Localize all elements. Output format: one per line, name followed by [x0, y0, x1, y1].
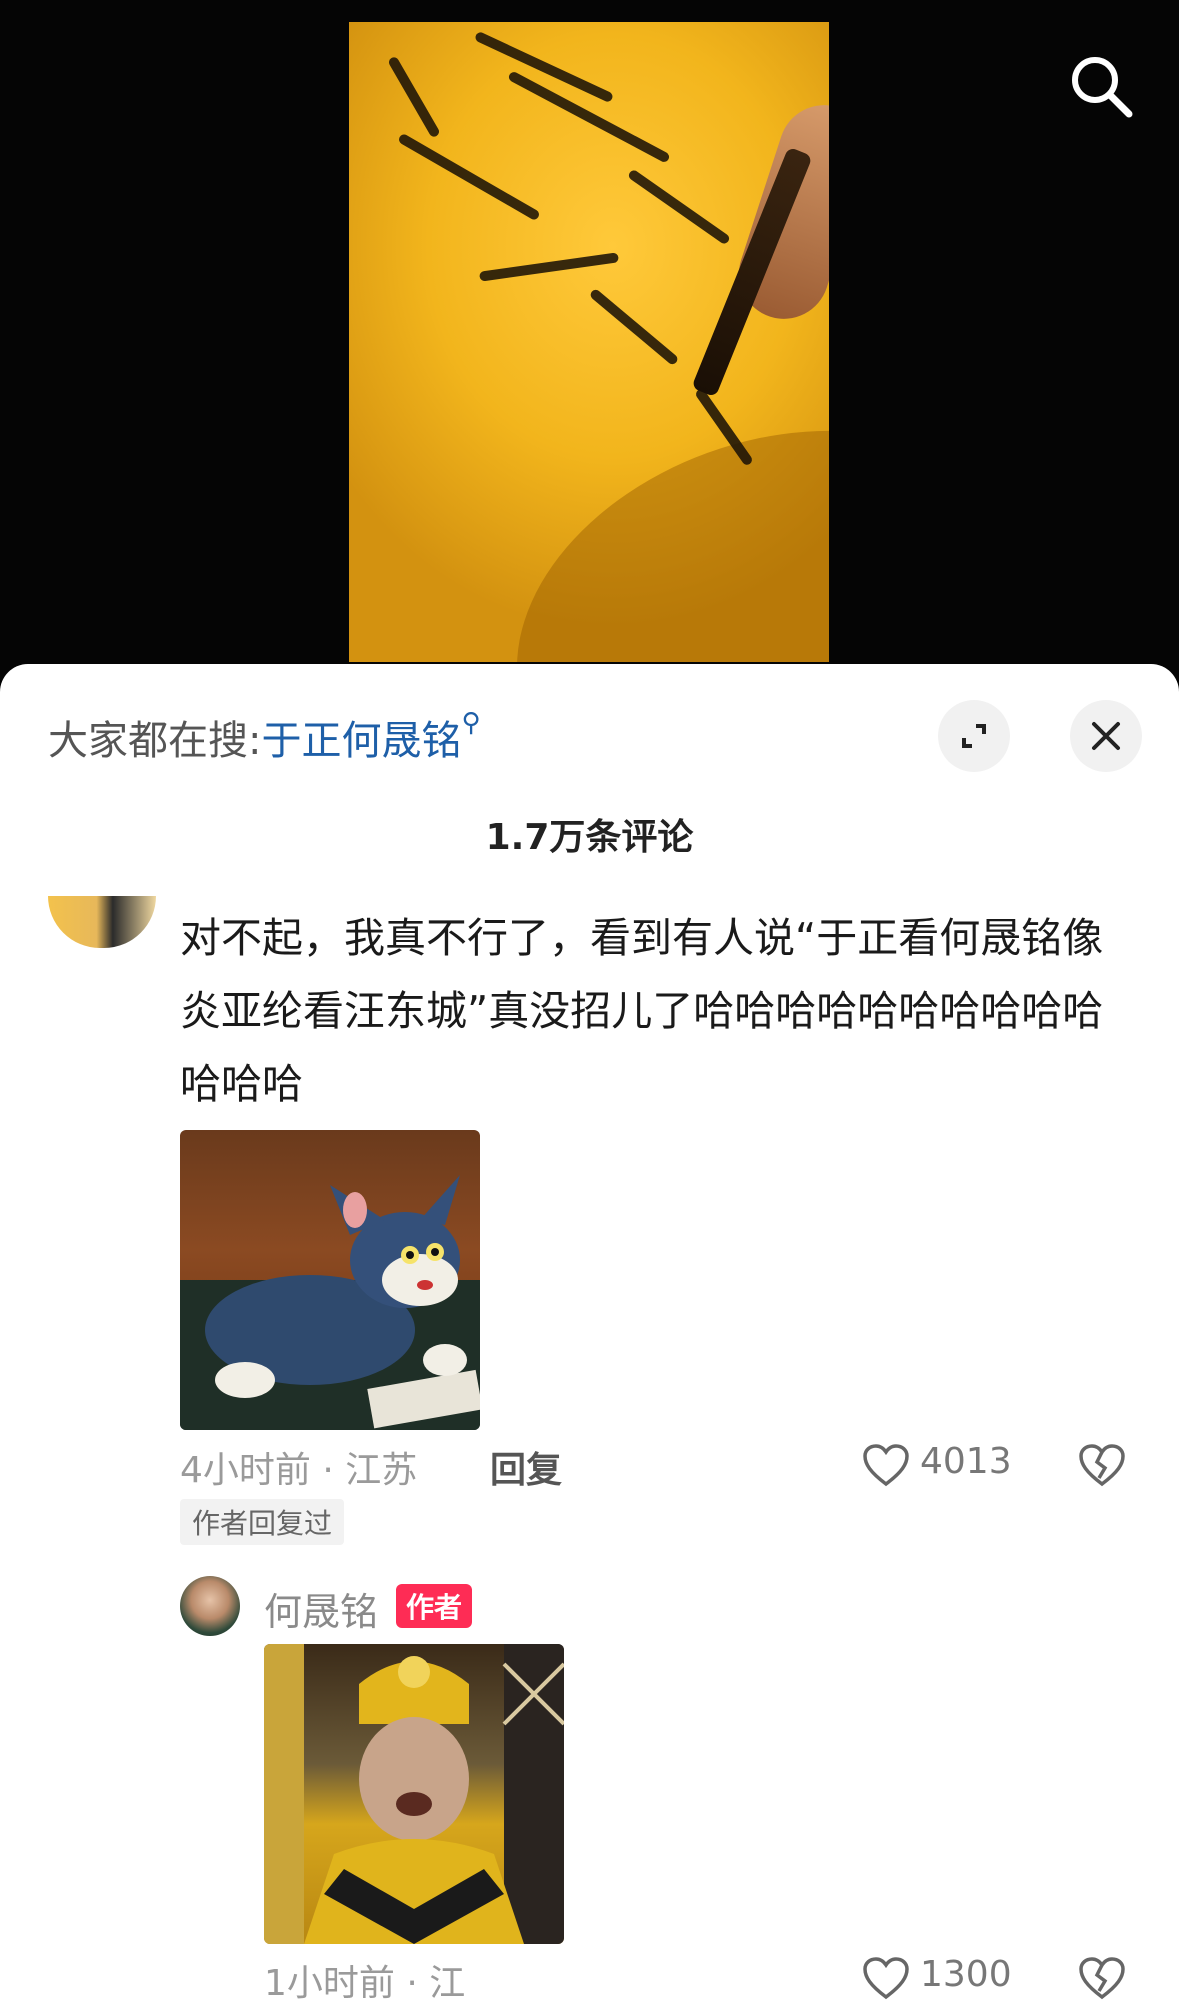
comment-count: 1.7万条评论 [485, 817, 694, 858]
expand-icon [962, 724, 986, 748]
video-frame [349, 22, 829, 662]
author-badge: 作者 [396, 1584, 473, 1628]
broken-heart-icon[interactable] [1078, 1957, 1126, 2001]
commenter-avatar[interactable] [48, 896, 156, 948]
reply-image[interactable] [264, 1644, 564, 1944]
broken-heart-icon[interactable] [1078, 1444, 1126, 1488]
comment-text: 对不起，我真不行了，看到有人说“于正看何晟铭像炎亚纶看汪东城”真没招儿了哈哈哈哈… [180, 914, 1104, 1108]
ink-stroke [588, 287, 680, 367]
video-player[interactable] [0, 0, 1179, 680]
reply-author-name[interactable]: 何晟铭 [264, 1581, 378, 1636]
search-suggestion[interactable]: 大家都在搜:于正何晟铭⚲ [48, 708, 481, 766]
ink-stroke [478, 252, 620, 282]
reply-like-count: 1300 [920, 1954, 1012, 1995]
search-suggestion-prefix: 大家都在搜: [48, 718, 262, 764]
close-button[interactable] [1070, 700, 1142, 772]
reply-time-location: 1小时前 · 江 [264, 1963, 466, 2004]
heart-icon[interactable] [862, 1444, 910, 1488]
ink-stroke [387, 55, 441, 139]
comment-like-count: 4013 [920, 1441, 1012, 1482]
small-search-icon: ⚲ [461, 708, 481, 738]
author-avatar[interactable] [180, 1576, 240, 1636]
heart-icon[interactable] [862, 1957, 910, 2001]
comment-time-location: 4小时前 · 江苏 [180, 1450, 418, 1491]
expand-button[interactable] [938, 700, 1010, 772]
reply-button[interactable]: 回复 [490, 1441, 562, 1493]
comment-image[interactable] [180, 1130, 480, 1430]
author-replied-tag: 作者回复过 [180, 1499, 345, 1545]
search-suggestion-term[interactable]: 于正何晟铭 [261, 718, 461, 764]
search-icon[interactable] [1067, 52, 1135, 120]
comments-sheet: 大家都在搜:于正何晟铭⚲ 1.7万条评论 对不起，我真不行了，看到有人说“于正看… [0, 664, 1179, 2014]
ink-stroke [397, 132, 541, 222]
tom-cat-sticker [180, 1175, 480, 1430]
monk-sticker [264, 1644, 564, 1944]
close-icon [1092, 722, 1120, 750]
ink-stroke [626, 168, 732, 246]
video-shadow [463, 363, 829, 662]
